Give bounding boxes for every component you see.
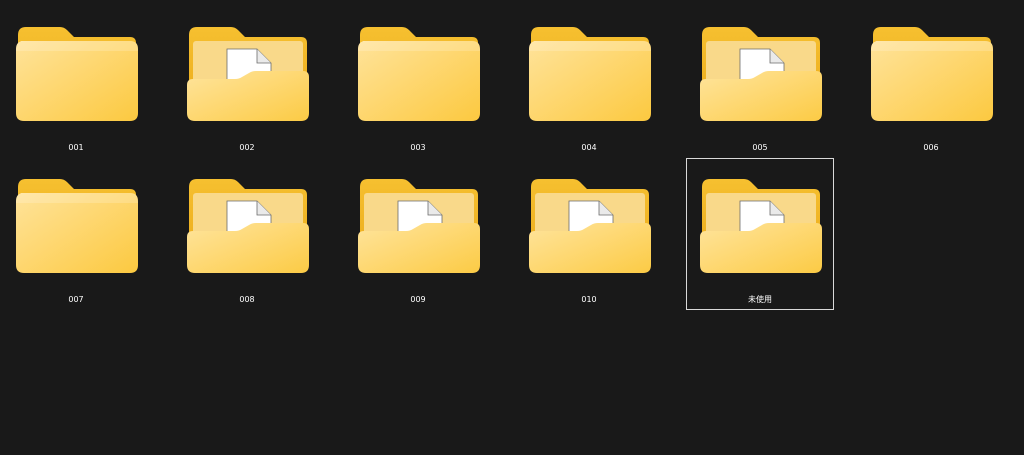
folder-label: 004 [581,143,597,152]
folder-label: 007 [68,295,84,304]
folder-label: 008 [239,295,255,304]
folder-icon [529,27,651,121]
folder-icon [871,27,993,121]
folder-with-document-icon [358,179,480,273]
folder-label: 006 [923,143,939,152]
folder-item-005[interactable]: 005 [686,6,834,158]
folder-with-document-icon [529,179,651,273]
folder-with-document-icon [700,27,822,121]
folder-with-document-icon [187,179,309,273]
folder-item-008[interactable]: 008 [173,158,321,310]
folder-label: 002 [239,143,255,152]
folder-icon [16,179,138,273]
folder-item-unused[interactable]: 未使用 [686,158,834,310]
folder-with-document-icon [700,179,822,273]
folder-label: 010 [581,295,597,304]
folder-item-006[interactable]: 006 [857,6,1005,158]
folder-item-004[interactable]: 004 [515,6,663,158]
folder-label: 005 [752,143,768,152]
folder-item-001[interactable]: 001 [2,6,150,158]
folder-item-007[interactable]: 007 [2,158,150,310]
folder-label: 009 [410,295,426,304]
folder-icon [16,27,138,121]
folder-item-009[interactable]: 009 [344,158,492,310]
folder-item-010[interactable]: 010 [515,158,663,310]
folder-with-document-icon [187,27,309,121]
folder-icon [358,27,480,121]
folder-item-002[interactable]: 002 [173,6,321,158]
folder-label: 003 [410,143,426,152]
folder-grid: 001 002 003 004 005 006 007 008 009 010 … [0,0,1024,455]
folder-item-003[interactable]: 003 [344,6,492,158]
folder-label: 001 [68,143,84,152]
folder-label: 未使用 [748,295,772,304]
